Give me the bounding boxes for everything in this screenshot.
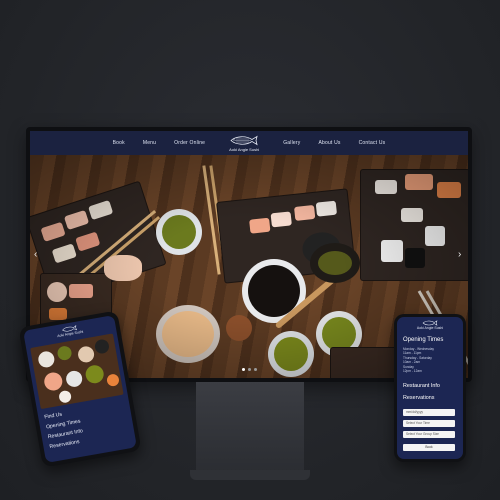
carousel-next-icon[interactable]: › <box>458 249 461 260</box>
nav-book[interactable]: Book <box>113 140 125 146</box>
nav-gallery[interactable]: Gallery <box>283 140 300 146</box>
carousel-dot[interactable] <box>254 368 257 371</box>
menu-reservations[interactable]: Reservations <box>49 439 80 450</box>
site-logo[interactable]: Aoki Angie Sushi <box>229 135 259 152</box>
site-navbar: Book Menu Order Online Aoki Angie Sushi … <box>30 131 468 155</box>
phone-left-screen: Aoki Angie Sushi Find Us Opening Times R… <box>23 315 137 463</box>
group-size-field[interactable]: Select Your Group Size <box>403 431 455 438</box>
menu-find-us[interactable]: Find Us <box>44 412 63 421</box>
phone-hero-photo <box>30 333 124 410</box>
phone-right: Aoki Angie Sushi Opening Times Monday - … <box>394 314 466 462</box>
restaurant-info-heading[interactable]: Restaurant Info <box>403 383 440 389</box>
phone-right-header: Aoki Angie Sushi <box>397 317 463 333</box>
carousel-dots <box>242 368 257 371</box>
time-field[interactable]: Select Your Time <box>403 420 455 427</box>
monitor-base <box>190 470 310 480</box>
nav-order-online[interactable]: Order Online <box>174 140 205 146</box>
nav-about-us[interactable]: About Us <box>318 140 340 146</box>
backdrop: Book Menu Order Online Aoki Angie Sushi … <box>0 0 500 500</box>
opening-hours: Monday - Wednesday 11am - 11pm Thursday … <box>403 347 434 374</box>
nav-contact-us[interactable]: Contact Us <box>359 140 386 146</box>
phone-right-screen: Aoki Angie Sushi Opening Times Monday - … <box>397 317 463 459</box>
monitor-stand <box>196 382 304 478</box>
book-button[interactable]: Book <box>403 444 455 451</box>
opening-times-heading: Opening Times <box>403 337 444 343</box>
date-field[interactable]: mm/dd/yyyy <box>403 409 455 416</box>
fish-logo-icon <box>230 135 258 145</box>
carousel-prev-icon[interactable]: ‹ <box>34 249 37 260</box>
brand-name: Aoki Angie Sushi <box>416 326 444 330</box>
nav-menu[interactable]: Menu <box>143 140 156 146</box>
reservations-heading[interactable]: Reservations <box>403 395 434 401</box>
carousel-dot[interactable] <box>242 368 245 371</box>
brand-name: Aoki Angie Sushi <box>229 146 260 152</box>
carousel-dot[interactable] <box>248 368 251 371</box>
